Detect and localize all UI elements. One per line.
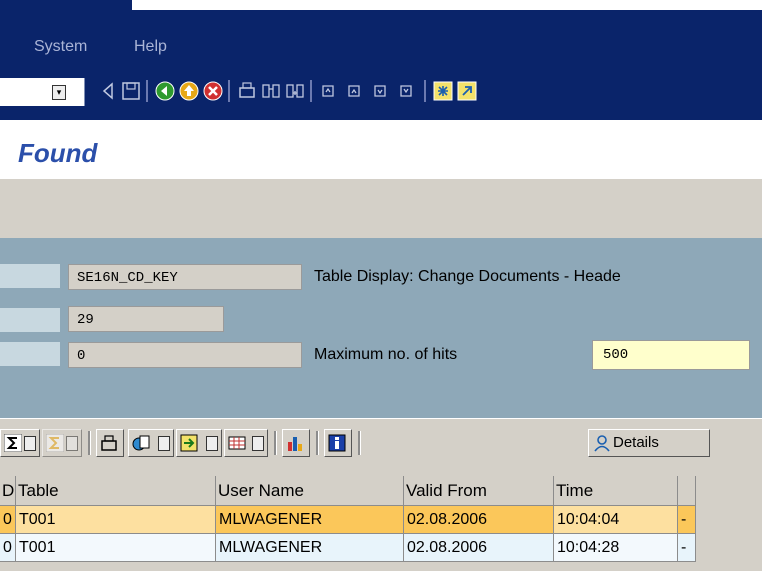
toolbar-separator <box>274 431 277 455</box>
details-button[interactable]: Details <box>588 429 710 457</box>
graphic-button[interactable] <box>282 429 310 457</box>
back-arrow-icon[interactable] <box>98 80 120 102</box>
toolbar-separator <box>146 80 148 102</box>
dropdown-icon <box>206 436 218 451</box>
column-header[interactable]: D <box>0 476 16 506</box>
views-button[interactable] <box>128 429 174 457</box>
green-back-icon[interactable] <box>154 80 176 102</box>
first-page-icon[interactable] <box>318 80 340 102</box>
table-cell: 10:04:28 <box>554 534 678 562</box>
export-icon <box>180 434 198 452</box>
info-icon <box>328 434 346 452</box>
results-table: D Table User Name Valid From Time 0 T001… <box>0 470 762 571</box>
find-next-icon[interactable] <box>284 80 306 102</box>
toolbar-separator <box>228 80 230 102</box>
column-header[interactable] <box>678 476 696 506</box>
previous-page-icon[interactable] <box>344 80 366 102</box>
table-row[interactable]: 0 T001 MLWAGENER 02.08.2006 10:04:28 - <box>0 534 700 562</box>
top-strip <box>0 0 762 10</box>
find-icon[interactable] <box>260 80 282 102</box>
dropdown-icon <box>66 436 78 451</box>
print-preview-button[interactable] <box>96 429 124 457</box>
command-field-dropdown-icon[interactable]: ▾ <box>52 85 66 100</box>
details-label: Details <box>613 434 659 451</box>
toolbar-separator <box>316 431 319 455</box>
sum-icon <box>4 434 22 452</box>
table-cell: 10:04:04 <box>554 506 678 534</box>
menu-help[interactable]: Help <box>134 38 167 56</box>
table-cell: - <box>678 506 696 534</box>
shortcut-icon[interactable] <box>456 80 478 102</box>
subtotal-icon <box>46 434 64 452</box>
table-cell: 02.08.2006 <box>404 506 554 534</box>
table-cell: MLWAGENER <box>216 506 404 534</box>
label-field <box>0 308 60 332</box>
table-cell: 0 <box>0 506 16 534</box>
subtotal-button[interactable] <box>42 429 82 457</box>
create-session-icon[interactable] <box>432 80 454 102</box>
table-cell: - <box>678 534 696 562</box>
toolbar-separator <box>88 431 91 455</box>
hit-count-field: 29 <box>68 306 224 332</box>
table-description: Table Display: Change Documents - Heade <box>314 268 621 285</box>
max-hits-label: Maximum no. of hits <box>314 346 458 363</box>
table-cell: MLWAGENER <box>216 534 404 562</box>
title-bar: Found <box>0 120 762 178</box>
max-hits-input[interactable]: 500 <box>592 340 750 370</box>
label-field <box>0 342 60 366</box>
label-field <box>0 264 60 288</box>
table-cell: T001 <box>16 534 216 562</box>
view-icon <box>132 435 150 451</box>
cancel-icon[interactable] <box>202 80 224 102</box>
table-cell: 0 <box>0 534 16 562</box>
alv-toolbar: Details <box>0 418 762 471</box>
sum-button[interactable] <box>0 429 40 457</box>
last-page-icon[interactable] <box>396 80 418 102</box>
table-name-field: SE16N_CD_KEY <box>68 264 302 290</box>
table-cell: 02.08.2006 <box>404 534 554 562</box>
information-button[interactable] <box>324 429 352 457</box>
dropdown-icon <box>158 436 170 451</box>
toolbar-separator <box>310 80 312 102</box>
command-field[interactable]: ▾ <box>0 78 85 106</box>
chart-icon <box>288 437 302 451</box>
layout-icon <box>228 436 246 450</box>
layout-button[interactable] <box>224 429 268 457</box>
zero-field: 0 <box>68 342 302 368</box>
menu-system[interactable]: System <box>34 38 87 56</box>
next-page-icon[interactable] <box>370 80 392 102</box>
application-toolbar <box>0 178 762 239</box>
menu-bar: System Help <box>0 10 762 68</box>
print-icon[interactable] <box>236 80 258 102</box>
save-icon[interactable] <box>120 80 142 102</box>
column-header[interactable]: Table <box>16 476 216 506</box>
exit-icon[interactable] <box>178 80 200 102</box>
toolbar-separator <box>424 80 426 102</box>
print-icon <box>101 435 117 451</box>
table-row[interactable]: 0 T001 MLWAGENER 02.08.2006 10:04:04 - <box>0 506 700 534</box>
column-header[interactable]: User Name <box>216 476 404 506</box>
export-button[interactable] <box>176 429 222 457</box>
dropdown-icon <box>252 436 264 451</box>
header-panel: SE16N_CD_KEY Table Display: Change Docum… <box>0 238 762 418</box>
column-header[interactable]: Time <box>554 476 678 506</box>
table-cell: T001 <box>16 506 216 534</box>
page-title: Found <box>18 138 98 168</box>
toolbar-separator <box>358 431 361 455</box>
standard-toolbar: ▾ <box>0 68 762 120</box>
column-header[interactable]: Valid From <box>404 476 554 506</box>
details-icon <box>594 435 610 452</box>
dropdown-icon <box>24 436 36 451</box>
